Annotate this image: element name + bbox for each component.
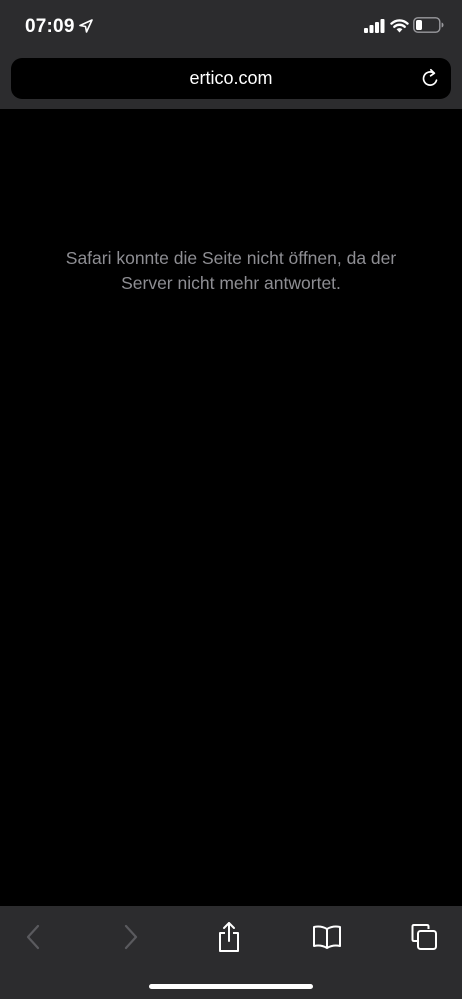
- share-button[interactable]: [207, 919, 251, 955]
- chevron-right-icon: [124, 924, 138, 950]
- status-time: 07:09: [25, 16, 75, 37]
- book-icon: [313, 925, 341, 949]
- home-indicator[interactable]: [149, 984, 313, 989]
- reload-icon[interactable]: [420, 68, 441, 89]
- cellular-signal-icon: [364, 19, 385, 33]
- tabs-icon: [411, 924, 437, 950]
- top-chrome: 07:09 ertico.com: [0, 0, 462, 109]
- error-message: Safari konnte die Seite nicht öffnen, da…: [65, 248, 397, 293]
- chevron-left-icon: [26, 924, 40, 950]
- bookmarks-button[interactable]: [305, 919, 349, 955]
- tabs-button[interactable]: [403, 919, 447, 955]
- status-bar: 07:09: [0, 0, 462, 50]
- url-text[interactable]: ertico.com: [11, 58, 451, 99]
- address-bar[interactable]: ertico.com: [11, 58, 451, 99]
- share-icon: [219, 922, 239, 952]
- battery-icon: [413, 17, 444, 33]
- forward-button[interactable]: [109, 919, 153, 955]
- location-arrow-icon: [79, 19, 93, 33]
- wifi-icon: [390, 19, 409, 33]
- back-button[interactable]: [11, 919, 55, 955]
- safari-screen: 07:09 ertico.com Safari konnte die Seite…: [0, 0, 462, 999]
